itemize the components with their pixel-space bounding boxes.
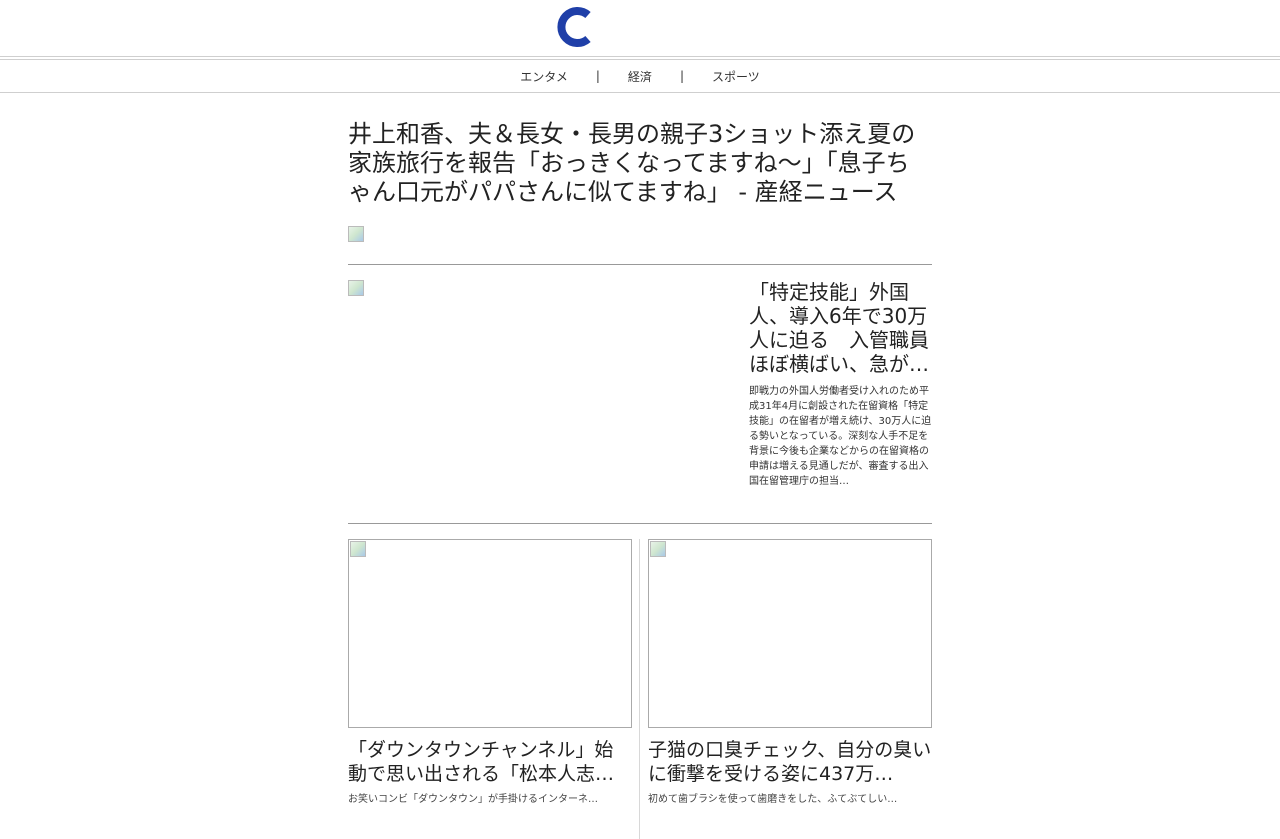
article-list: 井上和香、夫＆長女・長男の親子3ショット添え夏の家族旅行を報告「おっきくなってま…: [348, 120, 932, 839]
article-card[interactable]: 子猫の口臭チェック、自分の臭いに衝撃を受ける姿に437万… 初めて歯ブラシを使っ…: [648, 539, 932, 807]
article-card-image[interactable]: [348, 539, 632, 728]
article-card-image[interactable]: [648, 539, 932, 728]
column-divider: [639, 539, 640, 839]
article-card-title[interactable]: 「ダウンタウンチャンネル」始動で思い出される「松本人志…: [348, 738, 632, 786]
article-card[interactable]: 「ダウンタウンチャンネル」始動で思い出される「松本人志… お笑いコンビ「ダウンタ…: [348, 539, 632, 807]
c-logo-icon[interactable]: [554, 4, 596, 50]
feature-article-text: 「特定技能」外国人、導入6年で30万人に迫る 入管職員ほぼ横ばい、急が… 即戦力…: [749, 280, 932, 489]
broken-image-icon: [350, 541, 366, 557]
nav-item-entertainment[interactable]: エンタメ: [492, 68, 596, 85]
feature-article-summary: 即戦力の外国人労働者受け入れのため平成31年4月に創設された在留資格「特定技能」…: [749, 386, 932, 487]
nav-item-sports[interactable]: スポーツ: [684, 68, 788, 85]
broken-image-icon: [650, 541, 666, 557]
divider: [348, 523, 932, 524]
nav-item-economy[interactable]: 経済: [600, 68, 680, 85]
lead-article-title[interactable]: 井上和香、夫＆長女・長男の親子3ショット添え夏の家族旅行を報告「おっきくなってま…: [348, 120, 918, 207]
feature-article-image[interactable]: [348, 280, 364, 296]
article-card-title[interactable]: 子猫の口臭チェック、自分の臭いに衝撃を受ける姿に437万…: [648, 738, 932, 786]
site-header: [0, 0, 1280, 57]
feature-article-title[interactable]: 「特定技能」外国人、導入6年で30万人に迫る 入管職員ほぼ横ばい、急が…: [749, 280, 932, 376]
divider: [348, 264, 932, 265]
lead-article-image[interactable]: [348, 226, 364, 242]
feature-article[interactable]: 「特定技能」外国人、導入6年で30万人に迫る 入管職員ほぼ横ばい、急が… 即戦力…: [348, 280, 932, 506]
category-nav: エンタメ | 経済 | スポーツ: [0, 59, 1280, 93]
